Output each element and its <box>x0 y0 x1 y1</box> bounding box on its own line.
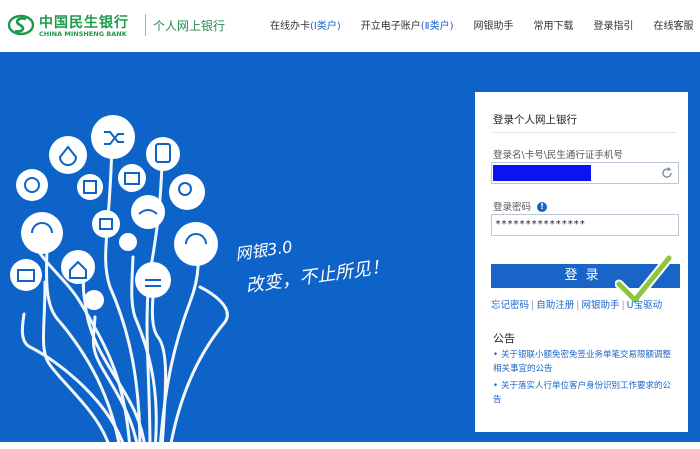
refresh-icon[interactable] <box>660 166 674 180</box>
nav-label: 常用下载 <box>533 21 574 32</box>
login-links: 忘记密码 | 自助注册 | 网银助手 | U宝驱动 <box>491 297 662 311</box>
nav-item-online-service[interactable]: 在线客服 <box>654 17 694 35</box>
nav-item-online-card[interactable]: 在线办卡(Ⅰ类户) <box>270 17 341 35</box>
bullet: • <box>493 350 499 360</box>
link-separator: | <box>621 300 625 311</box>
ukey-driver-link[interactable]: U宝驱动 <box>627 300 662 311</box>
product-name: 个人网上银行 <box>153 19 226 33</box>
nav-label: 开立电子账户 <box>360 21 421 32</box>
password-label: 登录密码! <box>493 199 548 213</box>
username-input[interactable] <box>491 162 679 184</box>
nav-item-login-guide[interactable]: 登录指引 <box>594 17 634 35</box>
notices-title: 公告 <box>493 332 515 345</box>
nav-suffix: (Ⅰ类户) <box>310 21 341 32</box>
site-header: 中国民生银行 CHINA MINSHENG BANK 个人网上银行 在线办卡(Ⅰ… <box>0 0 700 52</box>
password-value: *************** <box>495 219 586 230</box>
nav-label: 登录指引 <box>593 21 634 32</box>
bank-name-cn: 中国民生银行 <box>39 15 129 31</box>
password-input[interactable]: *************** <box>491 214 679 236</box>
bullet: • <box>493 381 499 391</box>
password-label-text: 登录密码 <box>493 202 532 213</box>
username-label: 登录名\卡号\民生通行证手机号 <box>493 150 623 161</box>
assistant-link[interactable]: 网银助手 <box>581 300 619 311</box>
nav-item-assistant[interactable]: 网银助手 <box>474 17 514 35</box>
nav-label: 网银助手 <box>473 21 514 32</box>
info-icon[interactable]: ! <box>537 202 548 212</box>
link-separator: | <box>531 300 535 311</box>
top-nav: 在线办卡(Ⅰ类户) 开立电子账户(Ⅱ类户) 网银助手 常用下载 登录指引 在线客… <box>270 17 694 35</box>
login-panel: 登录个人网上银行 登录名\卡号\民生通行证手机号 登录密码! *********… <box>475 92 688 432</box>
notice-text: 关于落实人行单位客户身份识别工作要求的公告 <box>493 381 672 405</box>
bank-logo[interactable]: 中国民生银行 CHINA MINSHENG BANK 个人网上银行 <box>8 10 225 42</box>
forgot-password-link[interactable]: 忘记密码 <box>491 300 529 311</box>
nav-item-downloads[interactable]: 常用下载 <box>534 17 574 35</box>
logo-divider <box>145 14 146 36</box>
minsheng-logo-icon <box>8 14 34 36</box>
title-divider <box>493 132 676 133</box>
link-separator: | <box>576 300 580 311</box>
self-register-link[interactable]: 自助注册 <box>536 300 574 311</box>
notice-text: 关于银联小额免密免签业务单笔交易限额调整相关事宜的公告 <box>493 350 672 374</box>
nav-label: 在线办卡 <box>270 21 310 32</box>
nav-label: 在线客服 <box>653 21 694 32</box>
bank-name-en: CHINA MINSHENG BANK <box>39 30 127 38</box>
banner-bottom-strip <box>0 442 700 449</box>
notice-item[interactable]: • 关于银联小额免密免签业务单笔交易限额调整相关事宜的公告 <box>493 348 675 376</box>
notice-item[interactable]: • 关于落实人行单位客户身份识别工作要求的公告 <box>493 379 675 407</box>
nav-suffix: (Ⅱ类户) <box>420 21 454 32</box>
nav-item-e-account[interactable]: 开立电子账户(Ⅱ类户) <box>361 17 454 35</box>
username-redaction <box>493 165 591 181</box>
login-title: 登录个人网上银行 <box>493 114 577 126</box>
